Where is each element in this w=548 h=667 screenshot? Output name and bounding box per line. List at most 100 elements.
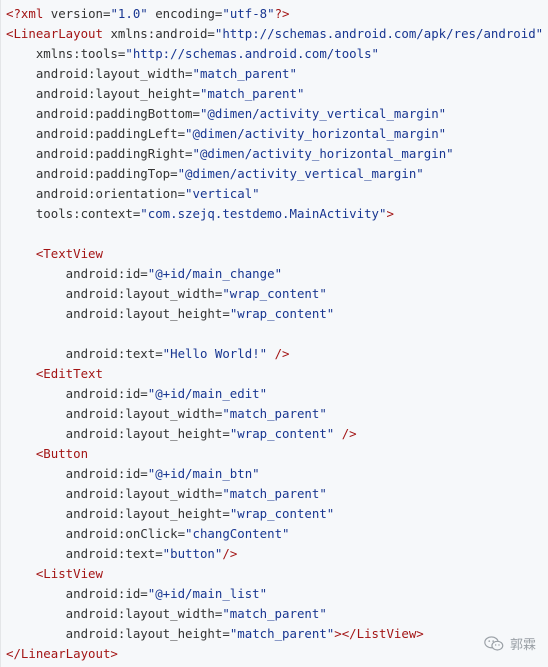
code-token: "com.szejq.testdemo.MainActivity" xyxy=(140,206,387,221)
code-token: android:layout_width xyxy=(6,406,215,421)
code-line: <TextView xyxy=(6,244,543,264)
code-token: android:text xyxy=(6,546,156,561)
code-line: <ListView xyxy=(6,564,543,584)
code-token: <Button xyxy=(6,446,89,461)
code-token: "match_parent" xyxy=(222,486,327,501)
code-token: android:layout_height xyxy=(6,626,223,641)
code-token: = xyxy=(222,626,230,641)
code-token: = xyxy=(222,426,230,441)
code-token: "wrap_content" xyxy=(229,506,335,521)
code-line: tools:context="com.szejq.testdemo.MainAc… xyxy=(6,204,543,224)
code-token: "1.0" xyxy=(110,6,148,21)
code-token: "vertical" xyxy=(185,186,260,201)
code-token: "changContent" xyxy=(185,526,290,541)
code-line: android:layout_width="match_parent" xyxy=(6,64,543,84)
code-token: "@+id/main_list" xyxy=(147,586,268,601)
code-line: <?xml version="1.0" encoding="utf-8"?> xyxy=(6,4,543,24)
code-token: android:paddingTop xyxy=(6,166,171,181)
code-token: "@+id/main_btn" xyxy=(147,466,260,481)
code-token: <EditText xyxy=(6,366,103,381)
code-token: = xyxy=(140,466,148,481)
code-token: = xyxy=(177,126,186,141)
code-token: = xyxy=(207,26,215,41)
code-token: <?xml xyxy=(6,6,51,21)
code-token: /> xyxy=(267,346,290,361)
code-line: android:layout_width="match_parent" xyxy=(6,604,543,624)
code-line: android:id="@+id/main_edit" xyxy=(6,384,543,404)
code-line: android:layout_width="wrap_content" xyxy=(6,284,543,304)
code-token: android:layout_height xyxy=(6,426,223,441)
code-token: android:paddingRight xyxy=(6,146,186,161)
code-line: android:layout_width="match_parent" xyxy=(6,404,543,424)
code-line: android:paddingLeft="@dimen/activity_hor… xyxy=(6,124,543,144)
code-token: "match_parent" xyxy=(229,626,335,641)
code-token: = xyxy=(185,66,193,81)
code-token: = xyxy=(222,306,230,321)
code-token: = xyxy=(140,586,148,601)
code-token: "http://schemas.android.com/apk/res/andr… xyxy=(214,26,544,41)
code-token: android:layout_height xyxy=(6,86,193,101)
code-line: android:onClick="changContent" xyxy=(6,524,543,544)
watermark: 郭霖 xyxy=(484,634,536,653)
code-token: android:id xyxy=(6,586,141,601)
code-token: > xyxy=(386,206,394,221)
code-token: android:layout_height xyxy=(6,506,223,521)
code-token: android:layout_width xyxy=(6,66,186,81)
code-token: android:layout_width xyxy=(6,606,215,621)
code-token: "wrap_content" xyxy=(229,306,335,321)
code-token: "button" xyxy=(162,546,223,561)
code-token: "@dimen/activity_vertical_margin" xyxy=(199,106,447,121)
code-token: = xyxy=(185,146,193,161)
code-line: android:layout_height="wrap_content" /> xyxy=(6,424,543,444)
code-token: <TextView xyxy=(6,246,103,261)
code-line: android:text="button"/> xyxy=(6,544,543,564)
wechat-icon xyxy=(484,635,504,651)
code-token: android:id xyxy=(6,386,141,401)
code-token: android:id xyxy=(6,466,141,481)
code-token: = xyxy=(140,266,148,281)
code-token: = xyxy=(192,106,200,121)
code-token: "@dimen/activity_horizontal_margin" xyxy=(192,146,454,161)
code-line: android:layout_height="match_parent"></L… xyxy=(6,624,543,644)
code-token: ?> xyxy=(274,6,290,21)
code-token: encoding xyxy=(147,6,215,21)
code-line: </LinearLayout> xyxy=(6,644,543,664)
code-token: android:text xyxy=(6,346,156,361)
code-token: <LinearLayout xyxy=(6,26,111,41)
code-token: android:layout_width xyxy=(6,486,215,501)
code-line: android:paddingTop="@dimen/activity_vert… xyxy=(6,164,543,184)
code-token: </LinearLayout> xyxy=(6,646,118,661)
code-line: <LinearLayout xmlns:android="http://sche… xyxy=(6,24,543,44)
code-token: android:onClick xyxy=(6,526,178,541)
code-line: android:id="@+id/main_btn" xyxy=(6,464,543,484)
code-token: xmlns:android xyxy=(110,26,208,41)
code-token: "Hello World!" xyxy=(162,346,268,361)
code-token: "match_parent" xyxy=(192,66,297,81)
code-token: "@dimen/activity_vertical_margin" xyxy=(177,166,424,181)
code-token: "@+id/main_change" xyxy=(147,266,283,281)
watermark-text: 郭霖 xyxy=(509,638,536,653)
code-token: = xyxy=(155,346,163,361)
code-line: <EditText xyxy=(6,364,543,384)
code-token: android:id xyxy=(6,266,141,281)
code-token: ></ListView> xyxy=(334,626,424,641)
code-token: "match_parent" xyxy=(222,406,327,421)
code-line: android:text="Hello World!" /> xyxy=(6,344,543,364)
code-token: = xyxy=(192,86,200,101)
code-line: android:id="@+id/main_list" xyxy=(6,584,543,604)
code-token: "@dimen/activity_horizontal_margin" xyxy=(185,126,447,141)
code-token: <ListView xyxy=(6,566,103,581)
code-token: "http://schemas.android.com/tools" xyxy=(125,46,380,61)
code-token: android:paddingLeft xyxy=(6,126,178,141)
code-line: android:layout_width="match_parent" xyxy=(6,484,543,504)
code-token: android:paddingBottom xyxy=(6,106,193,121)
code-block: <?xml version="1.0" encoding="utf-8"?> <L… xyxy=(0,0,548,667)
code-line: android:orientation="vertical" xyxy=(6,184,543,204)
code-token: android:orientation xyxy=(6,186,178,201)
code-token: "match_parent" xyxy=(199,86,305,101)
xml-code: <?xml version="1.0" encoding="utf-8"?> <L… xyxy=(6,4,543,664)
code-token: /> xyxy=(222,546,238,561)
code-token: = xyxy=(140,386,148,401)
